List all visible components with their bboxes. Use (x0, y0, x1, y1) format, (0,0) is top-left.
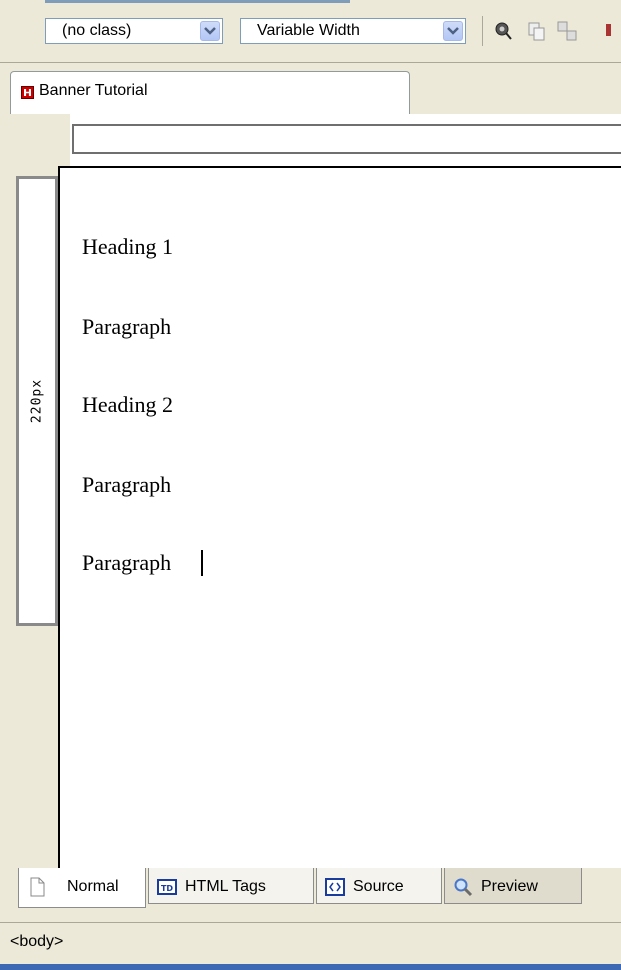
tab-normal-label: Normal (67, 878, 119, 895)
tag-selector[interactable]: <body> (10, 933, 63, 951)
vertical-ruler[interactable]: 220px (16, 176, 58, 626)
window-bottom-border (0, 964, 621, 970)
toolbar-separator (482, 16, 483, 46)
style-icon[interactable] (492, 20, 514, 42)
width-select-value: Variable Width (257, 22, 360, 39)
class-select[interactable]: (no class) (45, 18, 223, 44)
magnifier-icon (453, 876, 473, 897)
copy-icon[interactable] (526, 20, 548, 42)
svg-text:TD: TD (161, 884, 173, 893)
vertical-ruler-label: 220px (29, 378, 45, 424)
chevron-down-icon[interactable] (443, 21, 463, 41)
source-icon (325, 876, 345, 896)
width-select[interactable]: Variable Width (240, 18, 466, 44)
editor-line[interactable]: Paragraph (82, 472, 171, 498)
document-icon (21, 86, 34, 99)
view-tabs: Normal TD HTML Tags Source Preview (18, 868, 621, 908)
link-icon[interactable] (556, 20, 578, 42)
tab-normal[interactable]: Normal (18, 868, 146, 908)
toolbar-more-icon[interactable] (604, 20, 614, 42)
status-bar: <body> (0, 922, 621, 965)
td-icon: TD (157, 876, 177, 896)
tab-html-tags[interactable]: TD HTML Tags (148, 868, 314, 904)
text-caret (201, 550, 203, 576)
editor-line[interactable]: Heading 2 (82, 392, 173, 418)
chevron-down-icon[interactable] (200, 21, 220, 41)
toolbar-top-line (45, 0, 350, 3)
document-tab-strip: Banner Tutorial (0, 62, 621, 115)
toolbar: (no class) Variable Width (0, 0, 621, 62)
tab-preview[interactable]: Preview (444, 868, 582, 904)
class-select-value: (no class) (62, 22, 132, 39)
document-tab-label: Banner Tutorial (39, 82, 148, 99)
page-icon (27, 876, 47, 897)
tab-html-tags-label: HTML Tags (185, 878, 266, 895)
tab-source[interactable]: Source (316, 868, 442, 904)
tab-source-label: Source (353, 878, 404, 895)
editing-area[interactable]: Heading 1 Paragraph Heading 2 Paragraph … (58, 166, 621, 868)
editor-line[interactable]: Paragraph (82, 550, 171, 576)
document-tab[interactable]: Banner Tutorial (10, 71, 410, 115)
horizontal-ruler[interactable] (72, 124, 621, 154)
tab-preview-label: Preview (481, 878, 538, 895)
editor-line[interactable]: Heading 1 (82, 234, 173, 260)
editor-line[interactable]: Paragraph (82, 314, 171, 340)
